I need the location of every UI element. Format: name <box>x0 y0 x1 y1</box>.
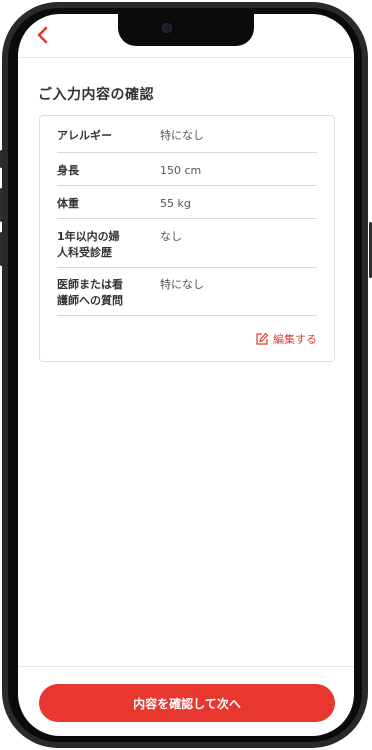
edit-button[interactable]: 編集する <box>255 331 317 347</box>
phone-frame: ご入力内容の確認 アレルギー 特になし 身長 150 cm 体重 55 kg 1… <box>0 0 372 750</box>
row-value: 特になし <box>160 129 204 142</box>
summary-card: アレルギー 特になし 身長 150 cm 体重 55 kg 1年以内の婦 人科受… <box>39 115 335 362</box>
row-label: アレルギー <box>57 129 112 142</box>
row-label: 1年以内の婦 人科受診歴 <box>57 230 120 259</box>
summary-row-gyn-visit: 1年以内の婦 人科受診歴 なし <box>57 218 317 268</box>
row-value: 150 cm <box>160 164 202 177</box>
page-title: ご入力内容の確認 <box>38 87 154 103</box>
camera-icon <box>162 23 172 33</box>
confirm-next-button[interactable]: 内容を確認して次へ <box>39 684 335 722</box>
footer-divider <box>18 666 354 667</box>
summary-row-questions: 医師または看 護師への質問 特になし <box>57 267 317 316</box>
row-label: 医師または看 護師への質問 <box>57 278 123 307</box>
notch <box>118 14 254 46</box>
chevron-left-icon <box>37 26 48 44</box>
edit-label: 編集する <box>273 333 317 346</box>
header-divider <box>18 57 354 58</box>
summary-row-height: 身長 150 cm <box>57 152 317 186</box>
row-value: なし <box>160 230 182 243</box>
summary-row-allergy: アレルギー 特になし <box>57 116 317 153</box>
summary-row-weight: 体重 55 kg <box>57 185 317 219</box>
row-label: 体重 <box>57 197 79 210</box>
back-button[interactable] <box>32 24 54 46</box>
edit-icon <box>256 332 269 345</box>
row-value: 特になし <box>160 278 204 291</box>
app-screen: ご入力内容の確認 アレルギー 特になし 身長 150 cm 体重 55 kg 1… <box>18 14 354 736</box>
row-value: 55 kg <box>160 197 191 210</box>
row-label: 身長 <box>57 164 79 177</box>
